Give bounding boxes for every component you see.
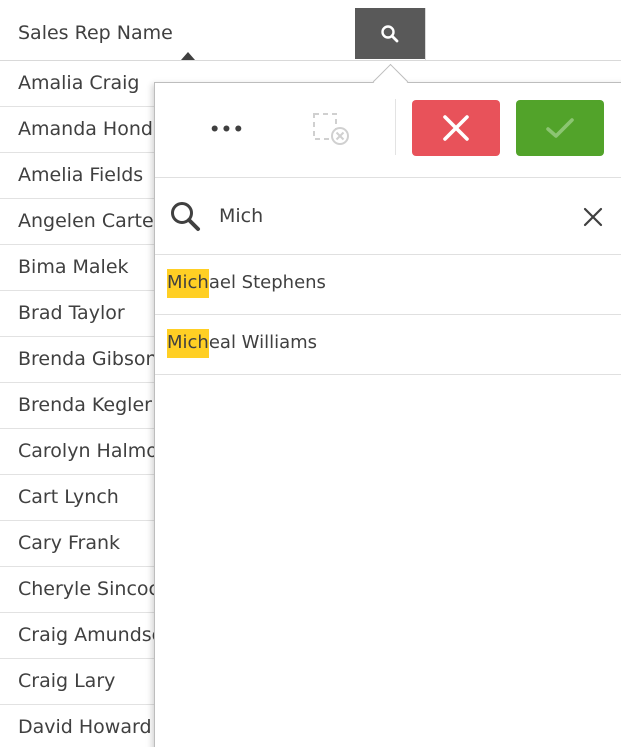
search-result-label: Michael Stephens — [167, 269, 326, 298]
search-results: Michael Stephens Micheal Williams — [155, 255, 621, 375]
result-remainder: ael Stephens — [208, 272, 326, 293]
row-label: Amanda Honda — [18, 118, 165, 140]
search-input[interactable] — [219, 200, 549, 232]
clear-search-button[interactable] — [579, 203, 607, 231]
match-highlight: Mich — [167, 269, 209, 298]
column-divider — [425, 8, 426, 60]
row-label: Carolyn Halmon — [18, 440, 170, 462]
row-label: Amelia Fields — [18, 164, 144, 186]
row-label: Craig Amundsen — [18, 624, 176, 646]
confirm-selection-button[interactable] — [516, 100, 604, 156]
more-button[interactable]: ••• — [207, 115, 247, 145]
column-header-label[interactable]: Sales Rep Name — [18, 22, 173, 44]
row-label: David Howard — [18, 716, 152, 738]
row-label: Brenda Gibson — [18, 348, 158, 370]
search-icon — [381, 24, 399, 42]
row-label: Craig Lary — [18, 670, 116, 692]
search-bar — [155, 178, 621, 255]
search-result-label: Micheal Williams — [167, 329, 318, 358]
cancel-selection-button[interactable] — [412, 100, 500, 156]
popover-caret-mask — [372, 83, 412, 97]
match-highlight: Mich — [167, 329, 209, 358]
search-result-item[interactable]: Micheal Williams — [155, 315, 621, 375]
row-label: Angelen Carter — [18, 210, 162, 232]
row-label: Bima Malek — [18, 256, 129, 278]
row-label: Amalia Craig — [18, 72, 140, 94]
row-label: Cart Lynch — [18, 486, 119, 508]
search-popover: ••• Mich Michael Stephens Micheal Willia… — [154, 82, 621, 747]
row-label: Brenda Kegler — [18, 394, 152, 416]
more-icon: ••• — [209, 120, 245, 140]
clear-selections-icon — [313, 113, 349, 145]
header-search-button[interactable] — [355, 8, 425, 59]
check-icon — [546, 118, 574, 138]
close-icon — [583, 207, 603, 227]
toolbar-divider — [395, 99, 396, 155]
listbox-view: Sales Rep Name Amalia Craig Amanda Honda… — [0, 0, 621, 747]
sort-indicator-icon — [181, 52, 195, 60]
row-label: Brad Taylor — [18, 302, 125, 324]
search-result-item[interactable]: Michael Stephens — [155, 255, 621, 315]
table-header: Sales Rep Name — [0, 8, 621, 61]
close-icon — [443, 115, 469, 141]
search-icon — [169, 200, 203, 234]
row-label: Cary Frank — [18, 532, 121, 554]
result-remainder: eal Williams — [208, 332, 318, 353]
clear-selections-button[interactable] — [309, 109, 353, 149]
row-label: Cheryle Sincock — [18, 578, 170, 600]
